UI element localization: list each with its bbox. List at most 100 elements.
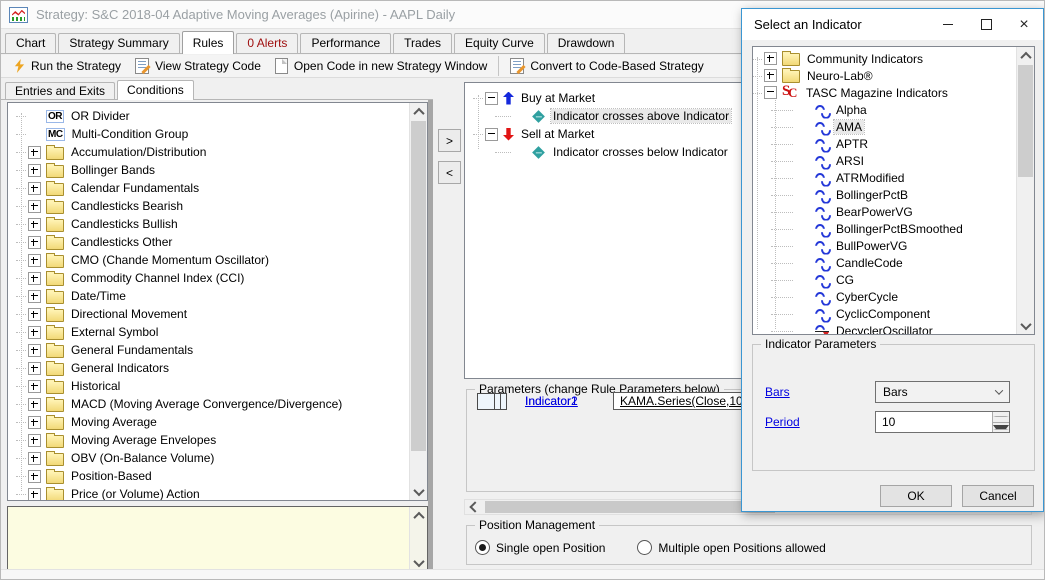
expander-icon[interactable] xyxy=(28,434,41,447)
bars-select[interactable]: Bars xyxy=(875,381,1010,403)
scroll-up-button[interactable] xyxy=(410,507,427,524)
expander-icon[interactable] xyxy=(764,69,777,82)
expander-icon[interactable] xyxy=(28,470,41,483)
tab[interactable]: Equity Curve xyxy=(454,33,545,53)
expander-icon[interactable] xyxy=(28,236,41,249)
indicator-tree-item[interactable]: CyberCycle xyxy=(753,288,1034,305)
expander-icon[interactable] xyxy=(28,416,41,429)
indicator-tree-item[interactable]: CG xyxy=(753,271,1034,288)
period-param-link[interactable]: Period xyxy=(765,415,875,429)
expander-icon[interactable] xyxy=(28,344,41,357)
expander-icon[interactable] xyxy=(28,164,41,177)
remove-condition-button[interactable]: < xyxy=(438,161,461,184)
expander-icon[interactable] xyxy=(485,92,498,105)
maximize-button[interactable] xyxy=(967,9,1005,40)
tree-item[interactable]: Directional Movement xyxy=(8,305,427,323)
indicator-tree-item[interactable]: CyclicComponent xyxy=(753,305,1034,322)
radio-button[interactable] xyxy=(475,540,490,555)
close-button[interactable]: × xyxy=(1005,9,1043,40)
spin-down-button[interactable] xyxy=(993,423,1009,433)
expander-icon[interactable] xyxy=(764,52,777,65)
expander-icon[interactable] xyxy=(485,128,498,141)
expander-icon[interactable] xyxy=(28,308,41,321)
ok-button[interactable]: OK xyxy=(880,485,952,507)
tree-item[interactable]: Candlesticks Other xyxy=(8,233,427,251)
expander-icon[interactable] xyxy=(28,452,41,465)
expander-icon[interactable] xyxy=(28,254,41,267)
toolbar-button[interactable]: Open Code in new Strategy Window xyxy=(268,56,494,76)
tree-item[interactable]: OBV (On-Balance Volume) xyxy=(8,449,427,467)
tree-item[interactable]: Multi-Condition Group xyxy=(8,125,427,143)
toolbar-button[interactable]: Run the Strategy xyxy=(7,57,128,75)
tab[interactable]: Strategy Summary xyxy=(58,33,179,53)
expander-icon[interactable] xyxy=(28,362,41,375)
indicator-tree-item[interactable]: CandleCode xyxy=(753,254,1034,271)
toolbar-button[interactable]: View Strategy Code xyxy=(128,56,268,76)
tree-item[interactable]: Candlesticks Bullish xyxy=(8,215,427,233)
scroll-left-button[interactable] xyxy=(467,501,483,513)
indicator-tree-item[interactable]: BearPowerVG xyxy=(753,203,1034,220)
expander-icon[interactable] xyxy=(28,488,41,501)
expander-icon[interactable] xyxy=(28,380,41,393)
tree-item[interactable]: Position-Based xyxy=(8,467,427,485)
tree-item[interactable]: OR Divider xyxy=(8,107,427,125)
expander-icon[interactable] xyxy=(28,272,41,285)
tree-item[interactable]: General Fundamentals xyxy=(8,341,427,359)
tree-item[interactable]: Date/Time xyxy=(8,287,427,305)
panel-splitter[interactable] xyxy=(428,100,433,580)
expander-icon[interactable] xyxy=(28,398,41,411)
expander-icon[interactable] xyxy=(28,146,41,159)
toolbar-button[interactable]: Convert to Code-Based Strategy xyxy=(498,56,710,76)
tree-item[interactable]: MACD (Moving Average Convergence/Diverge… xyxy=(8,395,427,413)
tree-item[interactable]: CMO (Chande Momentum Oscillator) xyxy=(8,251,427,269)
tab[interactable]: Trades xyxy=(393,33,452,53)
scrollbar-thumb[interactable] xyxy=(485,501,775,513)
expander-icon[interactable] xyxy=(28,200,41,213)
spin-up-button[interactable] xyxy=(993,412,1009,423)
tree-item[interactable]: Historical xyxy=(8,377,427,395)
parameter-value-button[interactable]: KAMA.Series(Close,10) xyxy=(613,392,754,410)
tab[interactable]: Rules xyxy=(182,31,235,54)
radio-button[interactable] xyxy=(637,540,652,555)
tree-item[interactable]: Accumulation/Distribution xyxy=(8,143,427,161)
tab[interactable]: Performance xyxy=(300,33,391,53)
indicator-tree-item[interactable]: ATRModified xyxy=(753,169,1034,186)
tree-item[interactable]: Moving Average Envelopes xyxy=(8,431,427,449)
tree-item[interactable]: Bollinger Bands xyxy=(8,161,427,179)
subtab[interactable]: Conditions xyxy=(117,80,194,100)
description-scrollbar[interactable] xyxy=(409,507,427,571)
tree-item[interactable]: External Symbol xyxy=(8,323,427,341)
tab[interactable]: Chart xyxy=(5,33,56,53)
period-spinner[interactable]: 10 xyxy=(875,411,1010,433)
indicator-tree-item[interactable]: AMA xyxy=(753,118,1034,135)
expander-icon[interactable] xyxy=(764,86,777,99)
add-condition-button[interactable]: > xyxy=(438,129,461,152)
parameter-name-link[interactable]: Indicator2 xyxy=(525,394,613,408)
tab[interactable]: 0 Alerts xyxy=(236,33,298,53)
tree-item[interactable]: Moving Average xyxy=(8,413,427,431)
indicator-tree-item[interactable]: Neuro-Lab® xyxy=(753,67,1034,84)
expander-icon[interactable] xyxy=(28,326,41,339)
minimize-button[interactable] xyxy=(929,9,967,40)
indicator-tree-item[interactable]: Alpha xyxy=(753,101,1034,118)
tree-item[interactable]: Price (or Volume) Action xyxy=(8,485,427,501)
indicator-tree-item[interactable]: Community Indicators xyxy=(753,50,1034,67)
tree-item[interactable]: Calendar Fundamentals xyxy=(8,179,427,197)
condition-description-box[interactable] xyxy=(7,506,428,572)
bars-param-link[interactable]: Bars xyxy=(765,385,875,399)
subtab[interactable]: Entries and Exits xyxy=(5,82,115,99)
tree-item[interactable]: Commodity Channel Index (CCI) xyxy=(8,269,427,287)
expander-icon[interactable] xyxy=(28,290,41,303)
tree-item[interactable]: Candlesticks Bearish xyxy=(8,197,427,215)
indicator-tree-item[interactable]: ARSI xyxy=(753,152,1034,169)
indicator-tree-item[interactable]: DecyclerOscillator xyxy=(753,322,1034,335)
indicator-tree-item[interactable]: BollingerPctB xyxy=(753,186,1034,203)
tree-item[interactable]: General Indicators xyxy=(8,359,427,377)
indicator-tree-item[interactable]: BullPowerVG xyxy=(753,237,1034,254)
indicator-tree-item[interactable]: APTR xyxy=(753,135,1034,152)
indicator-tree-item[interactable]: TASC Magazine Indicators xyxy=(753,84,1034,101)
indicator-tree-item[interactable]: BollingerPctBSmoothed xyxy=(753,220,1034,237)
expander-icon[interactable] xyxy=(28,182,41,195)
tab[interactable]: Drawdown xyxy=(547,33,626,53)
expander-icon[interactable] xyxy=(28,218,41,231)
